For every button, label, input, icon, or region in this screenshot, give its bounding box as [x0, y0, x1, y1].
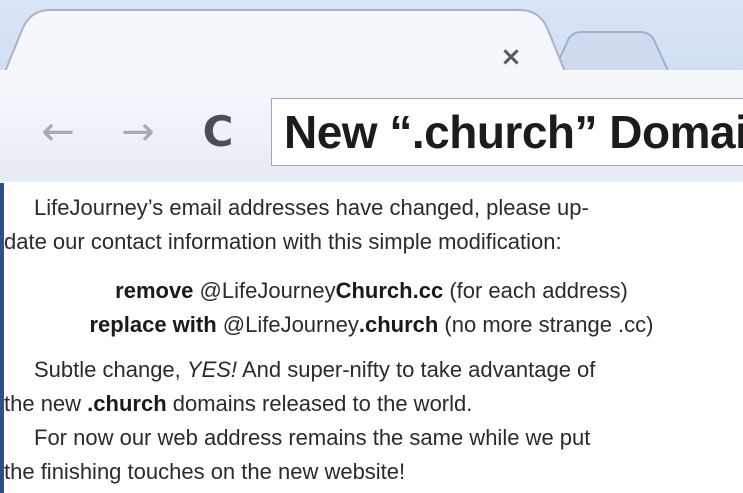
remove-line: remove @LifeJourneyChurch.cc (for each a…: [4, 274, 739, 308]
replace-domain: .church: [358, 312, 439, 337]
browser-chrome: × ← → C New “.church” Domain: [0, 0, 743, 182]
website-line-2: the finishing touches on the new website…: [4, 459, 406, 484]
page-content: LifeJourney’s email addresses have chang…: [0, 183, 743, 493]
intro-line-1: LifeJourney’s email addresses have chang…: [34, 195, 589, 220]
replace-line: replace with @LifeJourney.church (no mor…: [4, 308, 739, 342]
subtle-text-b: And super-nifty to take advantage of: [237, 357, 596, 382]
subtle-text-d: domains released to the world.: [166, 391, 473, 416]
subtle-line-2: the new .church domains released to the …: [4, 387, 743, 421]
remove-prefix: @LifeJourney: [193, 278, 336, 303]
replace-note: (no more strange .cc): [438, 312, 654, 337]
address-bar-text: New “.church” Domain: [284, 106, 743, 158]
address-bar[interactable]: New “.church” Domain: [271, 98, 743, 166]
tab-close-icon[interactable]: ×: [496, 42, 526, 72]
yes-emphasis: YES!: [186, 357, 238, 382]
subtle-line-1: Subtle change, YES! And super-nifty to t…: [4, 353, 743, 387]
intro-paragraph: LifeJourney’s email addresses have chang…: [4, 191, 739, 259]
reload-icon[interactable]: C: [196, 110, 240, 154]
remove-label: remove: [115, 278, 194, 303]
replace-prefix: @LifeJourney: [216, 312, 359, 337]
remove-domain: Church.cc: [335, 278, 444, 303]
replace-label: replace with: [89, 312, 217, 337]
subtle-change-paragraph: Subtle change, YES! And super-nifty to t…: [4, 353, 743, 421]
church-domain-bold: .church: [87, 391, 167, 416]
intro-line-2: date our contact information with this s…: [4, 229, 562, 254]
forward-arrow-icon[interactable]: →: [116, 110, 160, 154]
remove-note: (for each address): [443, 278, 628, 303]
website-line-1: For now our web address remains the same…: [34, 425, 591, 450]
subtle-text-c: the new: [4, 391, 88, 416]
back-arrow-icon[interactable]: ←: [36, 110, 80, 154]
subtle-text-a: Subtle change,: [34, 357, 187, 382]
instruction-block: remove @LifeJourneyChurch.cc (for each a…: [4, 274, 739, 342]
website-paragraph: For now our web address remains the same…: [4, 421, 743, 489]
